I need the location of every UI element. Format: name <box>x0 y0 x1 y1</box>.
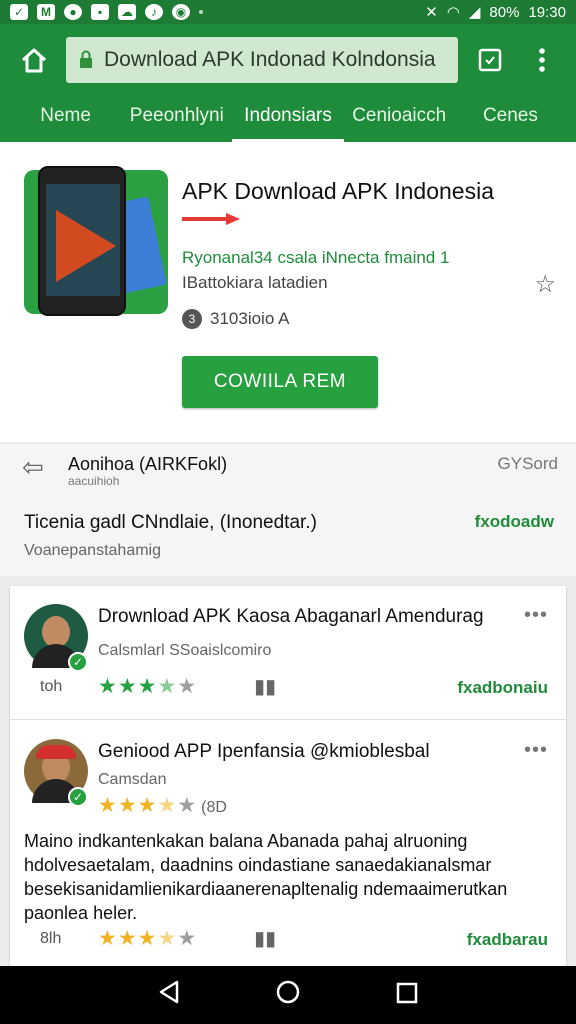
overflow-menu-button[interactable] <box>522 40 562 80</box>
tab-switcher-button[interactable] <box>470 40 510 80</box>
item-meta: toh ★★★★★ ▮▮ fxadbonaiu <box>10 674 566 704</box>
wifi-icon: ◠ <box>446 4 460 21</box>
tab-peeonhlyni[interactable]: Peeonhlyni <box>121 96 232 142</box>
tab-indonsiars[interactable]: Indonsiars <box>232 96 344 142</box>
wishlist-star-icon[interactable]: ☆ <box>534 270 556 299</box>
item-link[interactable]: fxadbarau <box>467 930 548 950</box>
section-link[interactable]: fxodoadw <box>475 512 554 532</box>
star-rating: ★★★★★ <box>98 675 198 698</box>
notification-icons: ✓ M ● ▪ ☁ ♪ ◉ <box>10 4 203 20</box>
content-rating-icon: 3 <box>182 309 202 329</box>
tab-cenes[interactable]: Cenes <box>455 96 566 142</box>
recents-square-icon <box>396 982 417 1003</box>
recents-button[interactable] <box>387 980 427 1011</box>
back-button[interactable] <box>149 980 189 1011</box>
clock: 19:30 <box>528 3 566 21</box>
home-nav-button[interactable] <box>268 980 308 1011</box>
item-subtitle: Camsdan <box>98 771 167 788</box>
more-vert-icon <box>539 48 545 72</box>
home-icon <box>21 48 47 73</box>
item-meta: 8lh ★★★★★ ▮▮ fxadbarau <box>10 926 566 956</box>
list-item[interactable]: ✓ Geniood APP Ipenfansia @kmioblesbal Ca… <box>10 721 566 966</box>
review-list: ✓ Drownload APK Kaosa Abaganarl Amendura… <box>10 586 566 966</box>
verified-badge-icon: ✓ <box>68 652 88 672</box>
play-logo-icon <box>56 210 116 282</box>
age-rating: 3 3103ioio A <box>182 309 289 329</box>
system-icons: ✕ ◠ ◢ 80% 19:30 <box>425 3 566 22</box>
phone-screen <box>46 184 120 296</box>
toolbar: Download APK Indonad Kolndonsia <box>0 24 576 96</box>
book-icon[interactable]: ▮▮ <box>254 674 276 699</box>
item-title: Geniood APP Ipenfansia @kmioblesbal <box>98 741 430 762</box>
url-text: Download APK Indonad Kolndonsia <box>104 48 436 71</box>
section-subtitle: aacuihioh <box>68 474 120 488</box>
navigation-bar <box>0 966 576 1024</box>
back-triangle-icon <box>160 980 179 1003</box>
cloud-icon: ☁ <box>118 4 136 20</box>
app-icon <box>24 166 168 316</box>
verified-badge-icon: ✓ <box>68 787 88 807</box>
star-rating: ★★★★★ <box>98 927 198 950</box>
app-title: APK Download APK Indonesia <box>182 178 494 204</box>
list-item[interactable]: ✓ Drownload APK Kaosa Abaganarl Amendura… <box>10 586 566 720</box>
music-icon: ♪ <box>145 4 163 20</box>
more-options-icon[interactable]: ••• <box>524 739 548 762</box>
app-bar: Download APK Indonad Kolndonsia Neme Pee… <box>0 24 576 142</box>
chrome-icon: ◉ <box>172 4 190 20</box>
book-icon[interactable]: ▮▮ <box>254 926 276 951</box>
install-button[interactable]: COWIILA REM <box>182 356 378 408</box>
meta-label: toh <box>40 678 63 695</box>
messages-icon: ● <box>64 4 82 20</box>
rating-count: (8D <box>201 799 227 816</box>
age-rating-text: 3103ioio A <box>210 309 290 328</box>
avatar-hat <box>36 745 76 759</box>
item-link[interactable]: fxadbonaiu <box>457 678 548 698</box>
phone-graphic <box>38 166 126 316</box>
item-title: Drownload APK Kaosa Abaganarl Amendurag <box>98 606 484 627</box>
more-notifications-icon <box>199 10 203 14</box>
app-detail-card: APK Download APK Indonesia Ryonanal34 cs… <box>0 142 576 442</box>
arrow-right-icon <box>182 213 240 225</box>
category-tabs: Neme Peeonhlyni Indonsiars Cenioaicch Ce… <box>0 96 576 142</box>
section-title: Aonihoa (AIRKFokl) <box>68 454 228 474</box>
gmail-icon: M <box>37 4 55 20</box>
meta-label: 8lh <box>40 930 62 947</box>
star-rating: ★★★★★ <box>98 794 198 817</box>
home-circle-icon <box>276 980 300 1003</box>
info-section: ⇦ Aonihoa (AIRKFokl) aacuihioh GYSord Ti… <box>0 444 576 576</box>
home-button[interactable] <box>14 40 54 80</box>
tab-switcher-icon <box>478 48 502 72</box>
status-bar: ✓ M ● ▪ ☁ ♪ ◉ ✕ ◠ ◢ 80% 19:30 <box>0 0 576 24</box>
developer-link[interactable]: Ryonanal34 csala iNnecta fmaind 1 <box>182 248 449 268</box>
signal-icon: ◢ <box>468 4 481 21</box>
more-options-icon[interactable]: ••• <box>524 604 548 627</box>
section-heading: Ticenia gadl CNndlaie, (Inonedtar.) <box>24 512 317 533</box>
item-subtitle: Calsmlarl SSoaislcomiro <box>98 642 272 659</box>
lock-icon <box>80 50 92 68</box>
check-icon: ✓ <box>10 4 28 20</box>
review-body: Maino indkantenkakan balana Abanada paha… <box>24 831 508 923</box>
section-right-label[interactable]: GYSord <box>498 454 558 474</box>
url-bar[interactable]: Download APK Indonad Kolndonsia <box>66 37 458 83</box>
tab-neme[interactable]: Neme <box>10 96 121 142</box>
tab-cenioaicch[interactable]: Cenioaicch <box>344 96 455 142</box>
item-rating: ★★★★★ (8D <box>98 793 227 818</box>
image-icon: ▪ <box>91 4 109 20</box>
section-description: Voanepanstahamig <box>24 542 161 559</box>
mute-icon: ✕ <box>425 4 438 21</box>
app-category: IBattokiara latadien <box>182 273 328 292</box>
back-arrow-icon[interactable]: ⇦ <box>22 452 44 483</box>
battery-level: 80% <box>489 3 520 21</box>
